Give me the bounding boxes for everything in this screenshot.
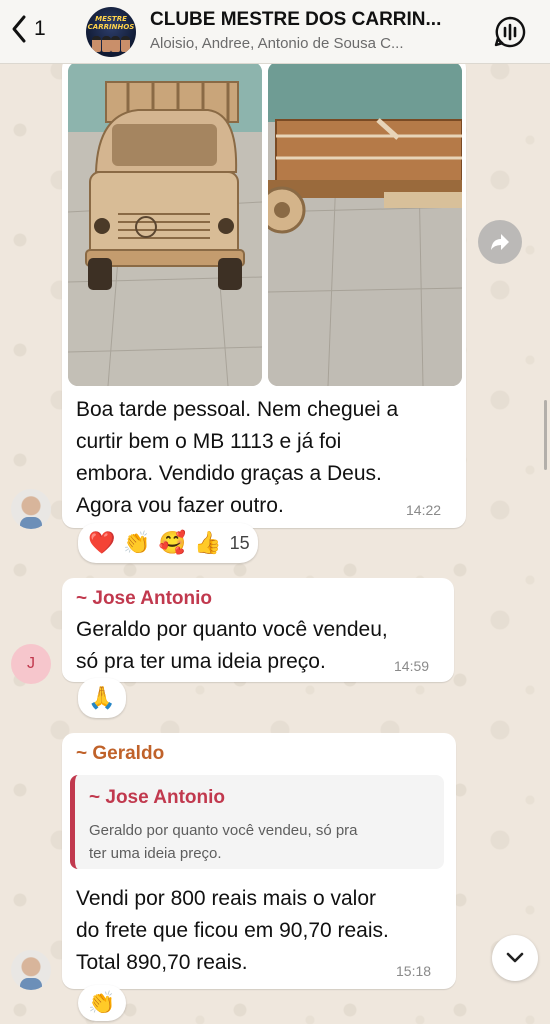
quoted-text-line: Geraldo por quanto você vendeu, só pra — [89, 822, 358, 839]
quoted-sender-name: ~ Jose Antonio — [89, 787, 226, 808]
unread-count: 1 — [34, 17, 46, 40]
reaction-clap: 👏 — [123, 530, 151, 555]
voice-chat-button[interactable] — [492, 14, 528, 50]
scroll-to-bottom-button[interactable] — [492, 935, 538, 981]
group-title[interactable]: CLUBE MESTRE DOS CARRIN... — [150, 9, 455, 31]
message-text-line: Total 890,70 reais. — [76, 951, 248, 974]
message-text-line: Boa tarde pessoal. Nem cheguei a — [76, 398, 399, 421]
sender-name[interactable]: ~ Geraldo — [76, 743, 164, 765]
chat-header: 1 MESTRE CARRINHOS CLUBE MESTRE DOS CARR… — [0, 0, 550, 64]
message-bubble[interactable]: ~ Geraldo ~ Jose Antonio Geraldo por qua… — [62, 733, 456, 989]
sender-name[interactable]: ~ Jose Antonio — [76, 588, 212, 610]
avatar-geraldo[interactable] — [11, 489, 51, 529]
truck-photo-front[interactable] — [68, 62, 262, 386]
message-bubble[interactable]: Boa tarde pessoal. Nem cheguei a curtir … — [62, 56, 466, 528]
message-text-line: só pra ter uma ideia preço. — [76, 650, 326, 673]
message-text-line: Geraldo por quanto você vendeu, — [76, 618, 388, 641]
message-reactions[interactable]: ❤️ 👏 🥰 👍 15 — [78, 523, 258, 563]
message-text-line: Agora vou fazer outro. — [76, 494, 284, 517]
message-reactions[interactable]: 🙏 — [78, 678, 126, 718]
quoted-message[interactable]: ~ Jose Antonio Geraldo por quanto você v… — [70, 775, 444, 869]
avatar-geraldo[interactable] — [11, 950, 51, 990]
group-avatar-logo: MESTRE CARRINHOS — [87, 15, 135, 31]
wooden-truck-side-image — [268, 62, 462, 386]
group-members[interactable]: Aloisio, Andree, Antonio de Sousa C... — [150, 35, 455, 52]
message-text-line: curtir bem o MB 1113 e já foi — [76, 430, 342, 453]
reaction-love: 🥰 — [158, 530, 187, 555]
back-button[interactable]: 1 — [10, 14, 46, 44]
chevron-left-icon — [12, 15, 26, 43]
reaction-thumbs-up: 👍 — [194, 530, 222, 555]
forward-button[interactable] — [478, 220, 522, 264]
reaction-clap: 👏 — [88, 990, 116, 1015]
message-text-line: embora. Vendido graças a Deus. — [76, 462, 382, 485]
message-text-line: do frete que ficou em 90,70 reais. — [76, 919, 389, 942]
message-time: 14:22 — [406, 502, 442, 518]
wooden-truck-front-image — [68, 62, 262, 386]
group-avatar[interactable]: MESTRE CARRINHOS — [86, 7, 136, 57]
reaction-pray: 🙏 — [88, 685, 116, 710]
reaction-heart: ❤️ — [88, 530, 116, 555]
message-time: 14:59 — [394, 658, 430, 674]
message-reactions[interactable]: 👏 — [78, 985, 126, 1021]
scrollbar[interactable] — [544, 400, 547, 470]
forward-arrow-icon — [491, 234, 509, 250]
message-bubble[interactable]: ~ Jose Antonio Geraldo por quanto você v… — [62, 578, 454, 682]
truck-photo-side[interactable] — [268, 62, 462, 386]
message-text-line: Vendi por 800 reais mais o valor — [76, 887, 376, 910]
chevron-down-icon — [506, 952, 524, 963]
quoted-text-line: ter uma ideia preço. — [89, 845, 222, 862]
message-time: 15:18 — [396, 963, 432, 979]
reaction-count: 15 — [229, 532, 250, 553]
voice-chat-icon — [494, 16, 526, 48]
avatar-jose-antonio[interactable]: J — [11, 644, 51, 684]
